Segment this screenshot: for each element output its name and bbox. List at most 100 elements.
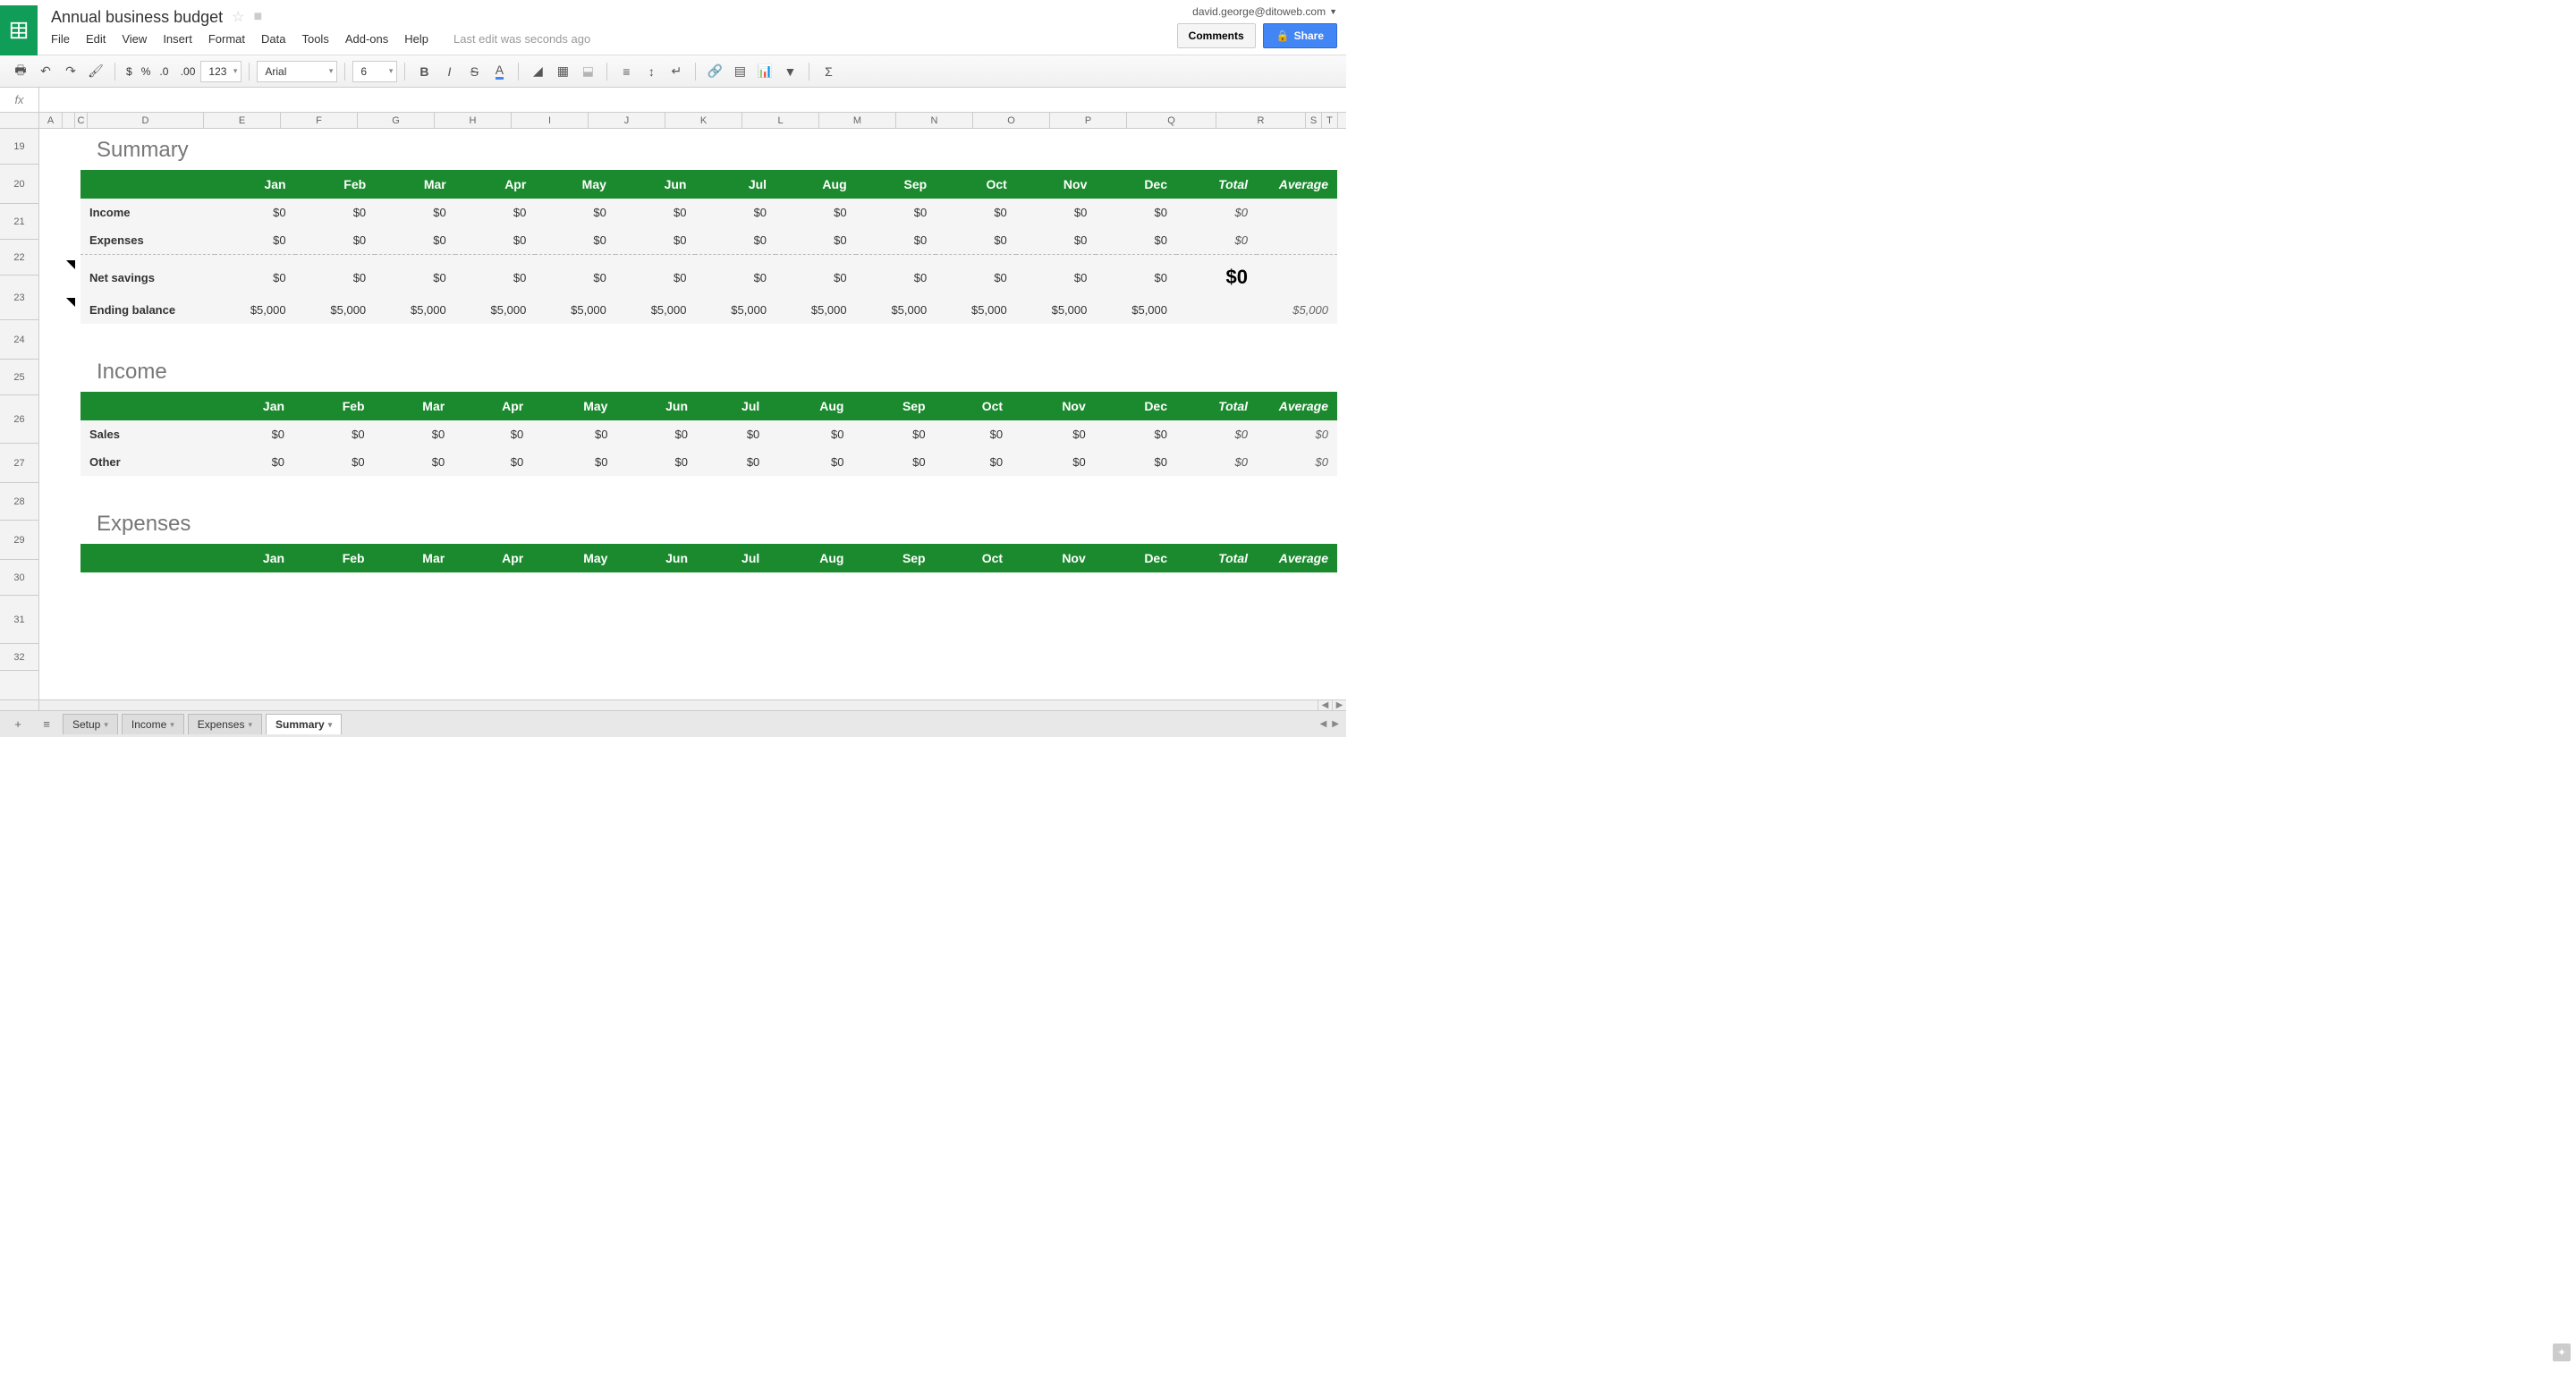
column-header[interactable]: T <box>1322 113 1338 128</box>
select-all-corner[interactable] <box>0 113 39 128</box>
insert-link-icon[interactable]: 🔗 <box>703 60 726 83</box>
formula-input[interactable] <box>39 88 1346 112</box>
column-header[interactable]: P <box>1050 113 1127 128</box>
menu-bar: File Edit View Insert Format Data Tools … <box>51 32 1177 46</box>
income-title: Income <box>97 360 1337 385</box>
row-header[interactable]: 31 <box>0 596 38 644</box>
column-header[interactable]: R <box>1216 113 1306 128</box>
row-header[interactable]: 25 <box>0 360 38 395</box>
column-header[interactable]: O <box>973 113 1050 128</box>
merge-cells-icon[interactable]: ⬓ <box>576 60 599 83</box>
user-account[interactable]: david.george@ditoweb.com▼ <box>1192 5 1337 18</box>
column-header[interactable]: H <box>435 113 512 128</box>
menu-tools[interactable]: Tools <box>301 32 328 46</box>
format-currency[interactable]: $ <box>123 65 136 78</box>
row-header[interactable]: 22 <box>0 240 38 275</box>
undo-icon[interactable]: ↶ <box>34 60 57 83</box>
summary-title: Summary <box>97 138 1337 163</box>
explore-button[interactable]: ✦ <box>2553 1343 2571 1361</box>
column-header[interactable]: A <box>39 113 63 128</box>
menu-help[interactable]: Help <box>404 32 428 46</box>
horizontal-scrollbar[interactable]: ◀▶ <box>0 699 1346 710</box>
print-icon[interactable]: 🖶 <box>9 60 32 83</box>
text-color-icon[interactable]: A <box>487 60 511 83</box>
fx-icon[interactable]: fx <box>0 88 39 112</box>
italic-icon[interactable]: I <box>437 60 461 83</box>
tab-scroll-right-icon[interactable]: ▶ <box>1330 717 1341 731</box>
functions-icon[interactable]: Σ <box>817 60 840 83</box>
all-sheets-button[interactable]: ≡ <box>34 714 59 735</box>
comments-button[interactable]: Comments <box>1177 23 1256 48</box>
sheets-logo[interactable] <box>0 5 38 55</box>
text-wrap-icon[interactable]: ↵ <box>665 60 688 83</box>
income-table[interactable]: JanFebMarAprMayJunJulAugSepOctNovDecTota… <box>80 392 1337 476</box>
font-size-select[interactable]: 6 <box>352 61 397 82</box>
column-header[interactable]: K <box>665 113 742 128</box>
column-header[interactable]: C <box>75 113 88 128</box>
row-header[interactable]: 28 <box>0 483 38 521</box>
increase-decimal[interactable]: .00 <box>177 65 199 78</box>
row-header[interactable]: 21 <box>0 204 38 240</box>
redo-icon[interactable]: ↷ <box>59 60 82 83</box>
row-header[interactable]: 26 <box>0 395 38 444</box>
menu-view[interactable]: View <box>122 32 147 46</box>
number-format-select[interactable]: 123 <box>200 61 242 82</box>
menu-addons[interactable]: Add-ons <box>345 32 388 46</box>
row-header[interactable]: 27 <box>0 444 38 483</box>
row-header[interactable]: 23 <box>0 275 38 320</box>
row-header[interactable]: 30 <box>0 560 38 596</box>
row-header[interactable]: 20 <box>0 165 38 204</box>
scroll-left-icon[interactable]: ◀ <box>1318 700 1332 710</box>
sheet-tab-setup[interactable]: Setup▾ <box>63 714 118 734</box>
add-sheet-button[interactable]: + <box>5 714 30 735</box>
decrease-decimal[interactable]: .0 <box>156 65 174 78</box>
column-header[interactable]: Q <box>1127 113 1216 128</box>
row-header[interactable]: 19 <box>0 129 38 165</box>
sheet-tab-expenses[interactable]: Expenses▾ <box>188 714 262 734</box>
font-family-select[interactable]: Arial <box>257 61 337 82</box>
column-header[interactable]: L <box>742 113 819 128</box>
format-percent[interactable]: % <box>138 65 155 78</box>
last-edit-status[interactable]: Last edit was seconds ago <box>453 32 590 46</box>
column-header[interactable]: N <box>896 113 973 128</box>
column-header[interactable]: G <box>358 113 435 128</box>
menu-data[interactable]: Data <box>261 32 285 46</box>
column-header[interactable]: S <box>1306 113 1322 128</box>
sheet-tab-summary[interactable]: Summary▾ <box>266 714 342 734</box>
expenses-title: Expenses <box>97 512 1337 537</box>
star-icon[interactable]: ☆ <box>232 8 244 26</box>
column-header[interactable]: M <box>819 113 896 128</box>
column-header[interactable]: F <box>281 113 358 128</box>
column-header[interactable]: I <box>512 113 589 128</box>
sheet-tab-income[interactable]: Income▾ <box>122 714 184 734</box>
vertical-align-icon[interactable]: ↕ <box>640 60 663 83</box>
tab-scroll-left-icon[interactable]: ◀ <box>1318 717 1329 731</box>
column-header[interactable] <box>63 113 75 128</box>
row-header[interactable]: 24 <box>0 320 38 360</box>
row-header[interactable]: 29 <box>0 521 38 560</box>
horizontal-align-icon[interactable]: ≡ <box>614 60 638 83</box>
paint-format-icon[interactable]: 🖌 <box>84 60 107 83</box>
menu-file[interactable]: File <box>51 32 70 46</box>
menu-insert[interactable]: Insert <box>163 32 192 46</box>
row-header[interactable]: 32 <box>0 644 38 671</box>
column-header[interactable]: E <box>204 113 281 128</box>
fill-color-icon[interactable]: ◢ <box>526 60 549 83</box>
summary-table[interactable]: JanFebMarAprMayJunJulAugSepOctNovDecTota… <box>80 170 1337 324</box>
document-title[interactable]: Annual business budget <box>51 8 223 27</box>
menu-format[interactable]: Format <box>208 32 245 46</box>
bold-icon[interactable]: B <box>412 60 436 83</box>
menu-edit[interactable]: Edit <box>86 32 106 46</box>
insert-chart-icon[interactable]: 📊 <box>753 60 776 83</box>
borders-icon[interactable]: ▦ <box>551 60 574 83</box>
share-button[interactable]: 🔒 Share <box>1263 23 1337 48</box>
folder-icon[interactable]: ■ <box>254 9 263 25</box>
column-header[interactable]: D <box>88 113 204 128</box>
insert-comment-icon[interactable]: ▤ <box>728 60 751 83</box>
expenses-table[interactable]: JanFebMarAprMayJunJulAugSepOctNovDecTota… <box>80 544 1337 572</box>
column-header[interactable]: J <box>589 113 665 128</box>
filter-icon[interactable]: ▼ <box>778 60 801 83</box>
strikethrough-icon[interactable]: S <box>462 60 486 83</box>
scroll-right-icon[interactable]: ▶ <box>1332 700 1346 710</box>
cells-area[interactable]: Summary JanFebMarAprMayJunJulAugSepOctNov… <box>39 129 1346 699</box>
